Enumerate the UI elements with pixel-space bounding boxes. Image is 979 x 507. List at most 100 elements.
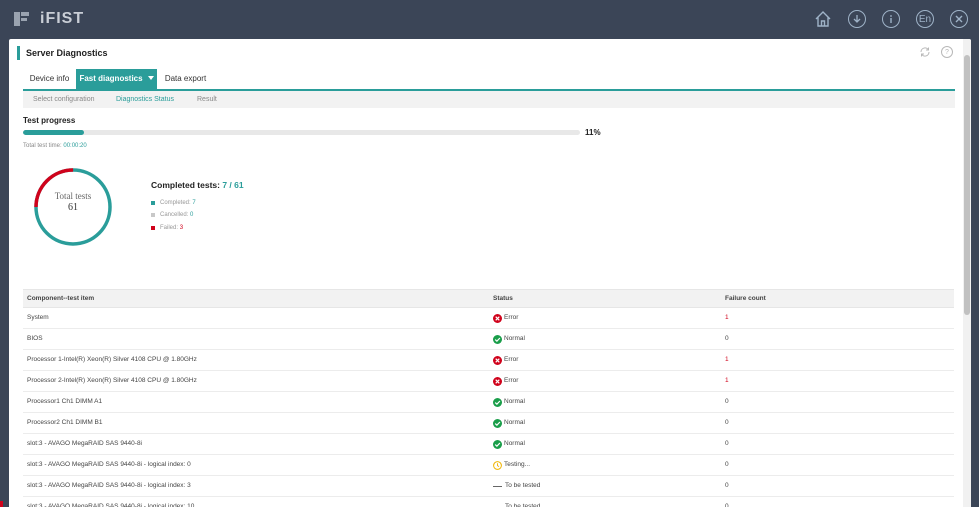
status-text: Normal: [504, 398, 525, 405]
cell-failure-count: 0: [725, 461, 729, 468]
completed-tests-value: 7 / 61: [222, 180, 244, 190]
table-row: System Error 1: [23, 308, 954, 329]
tab-fast-diagnostics[interactable]: Fast diagnostics: [76, 69, 157, 89]
error-icon: [493, 355, 502, 365]
check-icon: [493, 397, 502, 407]
cell-component: Processor 2-Intel(R) Xeon(R) Silver 4108…: [27, 377, 197, 384]
table-row: Processor1 Ch1 DIMM A1 Normal 0: [23, 392, 954, 413]
cell-status: Error: [493, 371, 518, 391]
scrollbar[interactable]: [963, 39, 971, 507]
cell-status: Normal: [493, 413, 525, 433]
status-text: Normal: [504, 440, 525, 447]
status-text: Testing...: [504, 461, 531, 468]
legend-failed: Failed: 3: [151, 225, 183, 231]
language-icon[interactable]: En: [916, 10, 934, 28]
table-row: Processor2 Ch1 DIMM B1 Normal 0: [23, 413, 954, 434]
refresh-icon[interactable]: [919, 46, 931, 58]
tab-data-export[interactable]: Data export: [157, 69, 214, 89]
app-name: iFIST: [40, 10, 85, 27]
main-tabs: Device info Fast diagnostics Data export: [23, 69, 955, 91]
cell-component: slot:3 - AVAGO MegaRAID SAS 9440-8i - lo…: [27, 482, 191, 489]
status-text: Error: [504, 356, 519, 363]
table-row: slot:3 - AVAGO MegaRAID SAS 9440-8i - lo…: [23, 455, 954, 476]
legend-failed-swatch: [151, 226, 155, 230]
cell-failure-count: 1: [725, 356, 729, 363]
language-label: En: [918, 13, 932, 25]
cell-status: To be tested: [493, 497, 540, 507]
top-bar: iFIST En: [0, 0, 979, 38]
info-icon[interactable]: [882, 10, 900, 28]
status-text: Error: [504, 314, 519, 321]
check-icon: [493, 439, 502, 449]
sub-tabs: Select configuration Diagnostics Status …: [23, 91, 955, 108]
status-text: Normal: [504, 419, 525, 426]
progress-percent: 11%: [585, 128, 601, 137]
cell-component: slot:3 - AVAGO MegaRAID SAS 9440-8i - lo…: [27, 461, 191, 468]
cell-status: Normal: [493, 434, 525, 454]
error-icon: [493, 376, 502, 386]
cell-status: Error: [493, 350, 518, 370]
error-icon: [493, 313, 502, 323]
app-logo: iFIST: [12, 8, 84, 30]
legend-completed-swatch: [151, 201, 155, 205]
cell-status: Testing...: [493, 455, 530, 475]
progress-fill: [23, 130, 85, 135]
dash-icon: [493, 485, 502, 487]
cell-failure-count: 0: [725, 482, 729, 489]
cell-failure-count: 1: [725, 377, 729, 384]
donut-label: Total tests: [54, 191, 92, 201]
download-icon[interactable]: [848, 10, 866, 28]
test-time-value: 00:00:20: [63, 143, 87, 149]
cell-status: Normal: [493, 329, 525, 349]
cell-component: Processor 1-Intel(R) Xeon(R) Silver 4108…: [27, 356, 197, 363]
modal-title: Server Diagnostics: [17, 46, 108, 60]
status-text: Normal: [504, 335, 525, 342]
help-icon[interactable]: ?: [941, 46, 953, 58]
legend-cancelled: Cancelled: 0: [151, 212, 193, 218]
cell-failure-count: 1: [725, 314, 729, 321]
table-row: Processor 1-Intel(R) Xeon(R) Silver 4108…: [23, 350, 954, 371]
donut-total: 61: [68, 202, 78, 213]
status-text: To be tested: [505, 482, 541, 489]
table-body: System Error 1 BIOS Normal 0 Processor 1-Intel…: [23, 308, 954, 507]
cell-status: Error: [493, 308, 518, 328]
cell-failure-count: 0: [725, 419, 729, 426]
test-time-label: Total test time:: [23, 143, 62, 149]
test-time: Total test time: 00:00:20: [23, 143, 87, 149]
check-icon: [493, 418, 502, 428]
logo-icon: [12, 10, 34, 28]
status-text: To be tested: [505, 503, 541, 507]
cell-status: To be tested: [493, 476, 540, 496]
status-text: Error: [504, 377, 519, 384]
cell-component: System: [27, 314, 49, 321]
check-icon: [493, 334, 502, 344]
completed-tests-label: Completed tests:: [151, 180, 220, 190]
progress-bar: [23, 130, 580, 135]
diagnostics-modal: Server Diagnostics ? Device info Fast di…: [9, 39, 971, 507]
header-failure-count: Failure count: [725, 295, 766, 302]
subtab-diagnostics-status[interactable]: Diagnostics Status: [116, 91, 174, 108]
subtab-result[interactable]: Result: [197, 91, 217, 108]
table-row: BIOS Normal 0: [23, 329, 954, 350]
tab-device-info[interactable]: Device info: [23, 69, 76, 89]
subtab-select-configuration[interactable]: Select configuration: [33, 91, 94, 108]
table-row: Processor 2-Intel(R) Xeon(R) Silver 4108…: [23, 371, 954, 392]
clock-icon: [493, 460, 502, 470]
donut-center: Total tests 61: [33, 191, 113, 213]
cell-failure-count: 0: [725, 335, 729, 342]
exit-icon[interactable]: [950, 10, 968, 28]
table-row: slot:3 - AVAGO MegaRAID SAS 9440-8i Norma…: [23, 434, 954, 455]
home-icon[interactable]: [814, 10, 832, 28]
cell-failure-count: 0: [725, 440, 729, 447]
table-row: slot:3 - AVAGO MegaRAID SAS 9440-8i - lo…: [23, 497, 954, 507]
chevron-down-icon: [147, 76, 154, 80]
progress-label: Test progress: [23, 116, 76, 125]
scrollbar-thumb[interactable]: [964, 55, 970, 315]
cell-component: Processor1 Ch1 DIMM A1: [27, 398, 103, 405]
header-component: Component--test item: [27, 295, 95, 302]
cell-component: slot:3 - AVAGO MegaRAID SAS 9440-8i: [27, 440, 143, 447]
legend-cancelled-swatch: [151, 213, 155, 217]
cell-status: Normal: [493, 392, 525, 412]
results-table: Component--test item Status Failure coun…: [23, 289, 954, 507]
completed-tests-title: Completed tests: 7 / 61: [151, 180, 244, 190]
